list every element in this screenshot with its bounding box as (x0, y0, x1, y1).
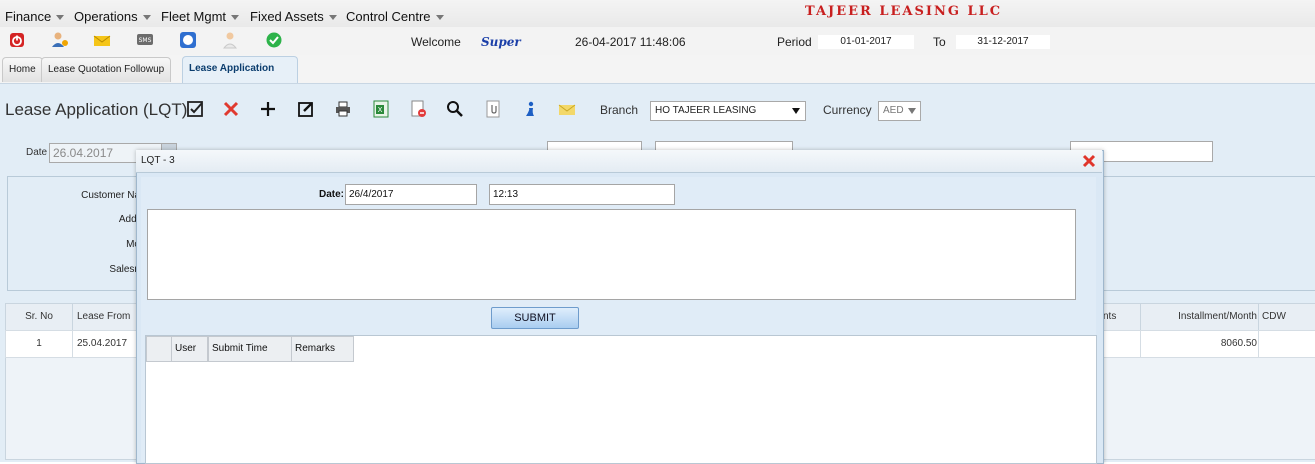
grid-cell-sr: 1 (5, 330, 73, 358)
period-to-value: 31-12-2017 (956, 35, 1050, 49)
customer-name-label: Customer Na (81, 190, 140, 201)
tab-home[interactable]: Home (2, 57, 43, 82)
menu-fixed-assets-label: Fixed Assets (250, 9, 324, 24)
menu-fixed-assets[interactable]: Fixed Assets (250, 9, 337, 24)
dialog-time-input[interactable]: 12:13 (489, 184, 675, 205)
period-from-value: 01-01-2017 (818, 35, 914, 49)
search-icon[interactable] (446, 100, 464, 118)
chevron-down-icon (792, 108, 800, 114)
mobile-label: Mo (126, 239, 140, 250)
remarks-textarea[interactable] (147, 209, 1076, 300)
dialog-header: LQT - 3 (136, 150, 1102, 173)
currency-select-value: AED (883, 105, 904, 116)
history-header-blank (146, 336, 172, 362)
edit-icon[interactable] (297, 100, 315, 118)
tab-lease-application[interactable]: Lease Application (182, 56, 298, 83)
grid-cell-cdw (1258, 330, 1315, 358)
chevron-down-icon (435, 15, 444, 21)
chevron-down-icon (908, 108, 916, 114)
mail-icon[interactable] (93, 31, 111, 49)
period-to-label: To (933, 35, 946, 49)
menu-control-centre-label: Control Centre (346, 9, 431, 24)
delete-x-icon[interactable] (222, 100, 240, 118)
menu-finance[interactable]: Finance (5, 9, 65, 24)
grid-cell-installment: 8060.50 (1140, 330, 1260, 358)
page-title: Lease Application (LQT) (5, 100, 188, 119)
history-header-remarks: Remarks (291, 336, 354, 362)
branch-label: Branch (600, 103, 639, 117)
grid-header-installment: Installment/Month (1140, 303, 1260, 331)
salesman-label: Salesn (109, 264, 140, 275)
power-icon[interactable] (8, 31, 26, 49)
history-header-submit-time: Submit Time (208, 336, 292, 362)
currency-label: Currency (823, 103, 872, 117)
tab-bar: Home Lease Quotation Followup Lease Appl… (0, 55, 1315, 84)
menu-finance-label: Finance (5, 9, 52, 24)
sms-icon[interactable]: SMS (136, 31, 154, 49)
menu-fleet-label: Fleet Mgmt (161, 9, 227, 24)
chevron-down-icon (56, 15, 65, 21)
date-label: Date (26, 147, 48, 158)
cancel-doc-icon[interactable] (409, 100, 427, 118)
currency-select[interactable]: AED (878, 101, 921, 121)
svg-text:SMS: SMS (139, 37, 152, 44)
menu-bar: Finance Operations Fleet Mgmt Fixed Asse… (0, 0, 1315, 28)
user-settings-icon[interactable] (51, 31, 69, 49)
menu-operations-label: Operations (74, 9, 138, 24)
close-icon[interactable] (1081, 153, 1097, 169)
dialog-title: LQT - 3 (141, 155, 175, 166)
welcome-label: Welcome (411, 35, 461, 49)
save-check-icon[interactable] (186, 100, 204, 118)
dialog-date-label: Date: (319, 189, 345, 200)
approve-check-icon[interactable] (265, 31, 283, 49)
submit-button[interactable]: SUBMIT (491, 307, 579, 329)
grid-header-lease-from: Lease From (72, 303, 140, 331)
company-name: TAJEER LEASING LLC (805, 4, 1003, 19)
menu-control-centre[interactable]: Control Centre (346, 9, 444, 24)
menu-fleet-mgmt[interactable]: Fleet Mgmt (161, 9, 240, 24)
grid-header-cdw: CDW (1258, 303, 1315, 331)
grid-cell-nts (1101, 330, 1141, 358)
user-name: Super (481, 35, 521, 49)
chevron-down-icon (142, 15, 151, 21)
grid-cell-lease-from: 25.04.2017 (72, 330, 140, 358)
svg-text:X: X (378, 106, 383, 114)
attach-icon[interactable] (484, 100, 502, 118)
current-datetime: 26-04-2017 11:48:06 (575, 35, 686, 49)
chevron-down-icon (231, 15, 240, 21)
period-label: Period (777, 35, 812, 49)
print-icon[interactable] (334, 100, 352, 118)
excel-export-icon[interactable]: X (372, 100, 390, 118)
grid-header-nts: nts (1101, 303, 1142, 331)
address-label: Addr (118, 214, 140, 225)
grid-header-sr-no: Sr. No (5, 303, 73, 331)
chevron-down-icon (328, 15, 337, 21)
info-icon[interactable] (521, 100, 539, 118)
tab-lease-quotation-followup[interactable]: Lease Quotation Followup (41, 57, 172, 82)
history-header-user: User (171, 336, 208, 362)
chat-icon[interactable] (179, 31, 197, 49)
branch-select[interactable]: HO TAJEER LEASING (650, 101, 806, 121)
menu-operations[interactable]: Operations (74, 9, 151, 24)
help-user-icon[interactable] (221, 31, 239, 49)
add-plus-icon[interactable] (259, 100, 277, 118)
branch-select-value: HO TAJEER LEASING (655, 105, 757, 116)
mail-icon[interactable] (558, 100, 576, 118)
dialog-date-input[interactable]: 26/4/2017 (345, 184, 477, 205)
